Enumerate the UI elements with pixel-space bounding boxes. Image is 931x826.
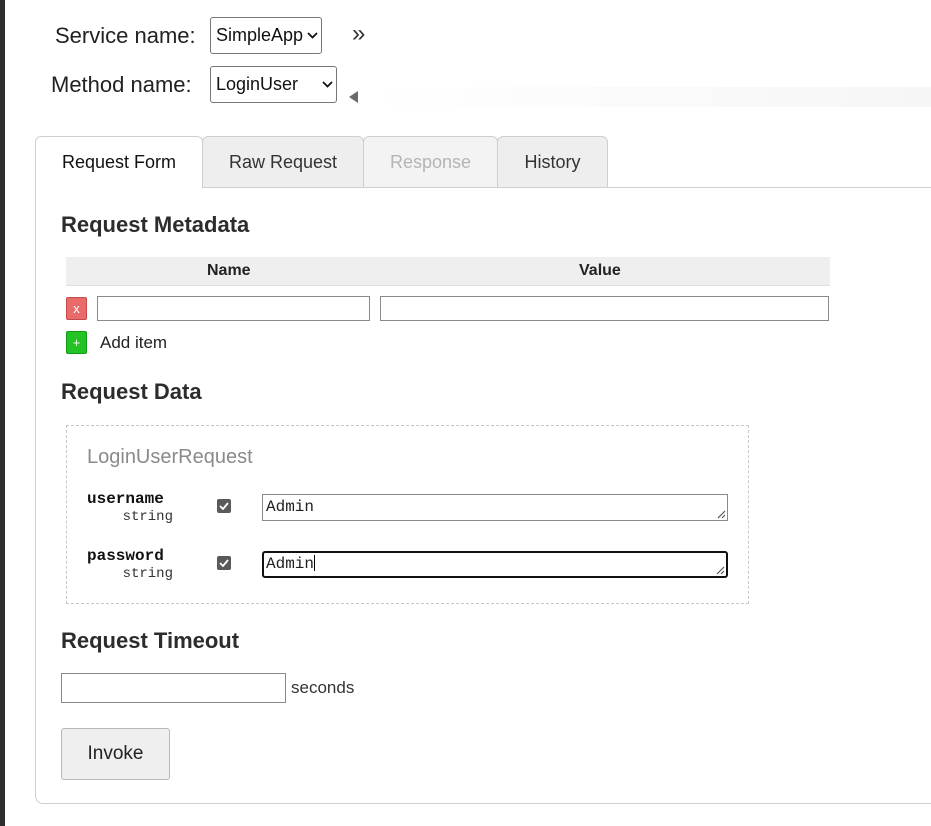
method-select-value: LoginUser — [216, 74, 299, 94]
checkmark-icon — [219, 502, 229, 510]
column-header-name: Name — [207, 262, 251, 279]
metadata-table-header: Name Value — [66, 257, 830, 286]
service-select-value: SimpleApp — [216, 25, 304, 45]
close-icon: x — [73, 301, 80, 316]
tab-raw-request[interactable]: Raw Request — [202, 136, 364, 187]
tab-response[interactable]: Response — [363, 136, 498, 187]
method-description-strip — [362, 87, 931, 107]
tab-request-form[interactable]: Request Form — [35, 136, 203, 188]
triangle-left-icon[interactable] — [349, 91, 358, 103]
service-select[interactable]: SimpleApp — [210, 17, 322, 54]
timeout-unit-label: seconds — [291, 678, 355, 697]
double-chevron-right-icon[interactable]: » — [352, 20, 365, 48]
left-border — [0, 0, 5, 826]
text-caret — [314, 555, 316, 571]
method-select[interactable]: LoginUser — [210, 66, 337, 103]
password-include-checkbox[interactable] — [217, 556, 231, 570]
request-timeout-title: Request Timeout — [61, 628, 240, 653]
metadata-value-input[interactable] — [380, 296, 829, 321]
username-include-checkbox[interactable] — [217, 499, 231, 513]
checkmark-icon — [219, 559, 229, 567]
password-value-text: Admin — [266, 555, 315, 573]
password-value-textarea[interactable]: Admin — [262, 551, 728, 578]
field-name-username: username — [87, 490, 164, 508]
add-item-label[interactable]: Add item — [100, 333, 167, 353]
request-data-title: Request Data — [61, 379, 202, 404]
username-value-text: Admin — [266, 498, 315, 516]
field-type-username: string — [122, 509, 173, 525]
add-metadata-button[interactable]: + — [66, 331, 87, 354]
tab-history[interactable]: History — [497, 136, 608, 187]
request-metadata-title: Request Metadata — [61, 212, 250, 237]
service-name-label: Service name: — [55, 23, 196, 48]
metadata-name-input[interactable] — [97, 296, 370, 321]
field-name-password: password — [87, 547, 164, 565]
chevron-down-icon — [303, 18, 321, 53]
method-name-label: Method name: — [51, 72, 192, 97]
chevron-down-icon — [318, 67, 336, 102]
plus-icon: + — [72, 335, 81, 350]
resize-grip-icon[interactable] — [716, 566, 725, 575]
timeout-input[interactable] — [61, 673, 286, 703]
message-type-name: LoginUserRequest — [87, 446, 253, 468]
column-header-value: Value — [579, 262, 621, 279]
username-value-textarea[interactable]: Admin — [262, 494, 728, 521]
grpc-request-page: Service name: SimpleApp » Method name: L… — [0, 0, 931, 826]
resize-grip-icon[interactable] — [717, 510, 726, 519]
invoke-button[interactable]: Invoke — [61, 728, 170, 780]
field-type-password: string — [122, 566, 173, 582]
delete-metadata-button[interactable]: x — [66, 297, 87, 320]
